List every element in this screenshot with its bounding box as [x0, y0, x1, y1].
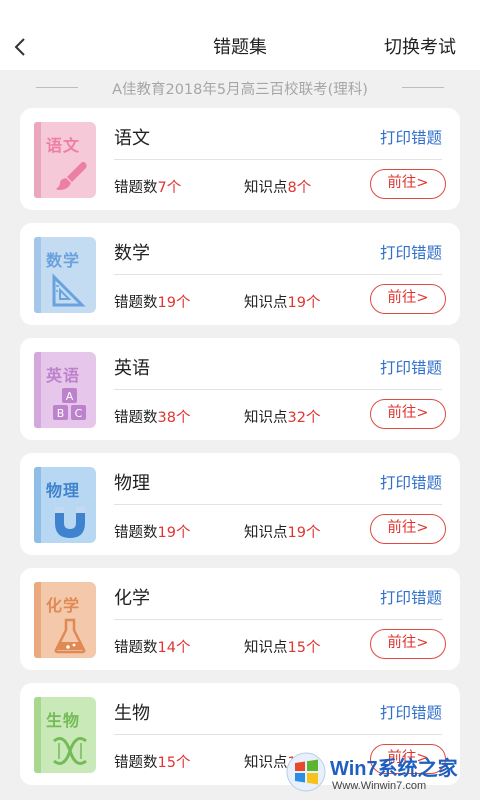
card-divider — [114, 389, 442, 390]
error-count: 错题数38个 — [114, 406, 190, 427]
error-count-label: 错题数 — [114, 525, 158, 541]
watermark-url: Www.Winwin7.com — [332, 780, 427, 792]
error-count: 错题数14个 — [114, 636, 190, 657]
cover-title: 英语 — [46, 366, 81, 385]
subject-card: 数学 数学 打印错题 错题数19个 知识点19个 前往> — [20, 223, 460, 325]
print-errors-button[interactable]: 打印错题 — [380, 126, 442, 148]
windows-logo-icon — [286, 752, 326, 792]
knowledge-point-value: 19个 — [287, 295, 321, 311]
subject-cover: 生物 — [34, 697, 96, 773]
subject-name: 生物 — [114, 703, 150, 724]
knowledge-point-label: 知识点 — [244, 180, 288, 196]
knowledge-point-count: 知识点19个 — [244, 521, 320, 542]
error-count-value: 19个 — [157, 295, 191, 311]
print-errors-button[interactable]: 打印错题 — [380, 241, 442, 263]
knowledge-point-count: 知识点8个 — [244, 176, 311, 197]
switch-exam-button[interactable]: 切换考试 — [384, 33, 456, 59]
knowledge-point-count: 知识点32个 — [244, 406, 320, 427]
subject-name: 物理 — [114, 473, 150, 494]
knowledge-point-value: 15个 — [287, 640, 321, 656]
knowledge-point-label: 知识点 — [244, 525, 288, 541]
error-count: 错题数19个 — [114, 521, 190, 542]
knowledge-point-value: 32个 — [287, 410, 321, 426]
error-count-value: 19个 — [157, 525, 191, 541]
divider-line — [402, 87, 444, 88]
card-divider — [114, 734, 442, 735]
cover-title: 化学 — [46, 596, 81, 615]
error-count: 错题数7个 — [114, 176, 181, 197]
error-count-value: 38个 — [157, 410, 191, 426]
cover-title: 数学 — [46, 251, 81, 270]
site-watermark: Win7系统之家 Www.Winwin7.com — [282, 750, 478, 798]
card-divider — [114, 159, 442, 160]
subject-cover: 英语 ABC — [34, 352, 96, 428]
go-button[interactable]: 前往> — [370, 284, 446, 314]
print-errors-button[interactable]: 打印错题 — [380, 586, 442, 608]
error-count: 错题数15个 — [114, 751, 190, 772]
svg-text:B: B — [57, 407, 65, 420]
error-count-label: 错题数 — [114, 295, 158, 311]
card-divider — [114, 504, 442, 505]
knowledge-point-count: 知识点19个 — [244, 291, 320, 312]
subject-card: 语文 语文 打印错题 错题数7个 知识点8个 前往> — [20, 108, 460, 210]
subject-name: 英语 — [114, 358, 150, 379]
exam-name: A佳教育2018年5月高三百校联考(理科) — [112, 82, 368, 98]
knowledge-point-value: 19个 — [287, 525, 321, 541]
top-navigation-bar: 错题集 切换考试 — [0, 0, 480, 70]
error-count-value: 7个 — [157, 180, 182, 196]
error-count-label: 错题数 — [114, 640, 158, 656]
knowledge-point-label: 知识点 — [244, 410, 288, 426]
error-count-value: 15个 — [157, 755, 191, 771]
error-count-label: 错题数 — [114, 755, 158, 771]
error-count-label: 错题数 — [114, 180, 158, 196]
error-count: 错题数19个 — [114, 291, 190, 312]
cover-title: 物理 — [46, 481, 81, 500]
subject-cover: 语文 — [34, 122, 96, 198]
go-button[interactable]: 前往> — [370, 169, 446, 199]
knowledge-point-value: 8个 — [287, 180, 312, 196]
exam-name-row: A佳教育2018年5月高三百校联考(理科) — [0, 72, 480, 102]
error-count-value: 14个 — [157, 640, 191, 656]
subject-name: 数学 — [114, 243, 150, 264]
knowledge-point-label: 知识点 — [244, 295, 288, 311]
svg-text:A: A — [66, 390, 74, 403]
subject-card: 物理 物理 打印错题 错题数19个 知识点19个 前往> — [20, 453, 460, 555]
card-divider — [114, 274, 442, 275]
watermark-brand: Win7系统之家 — [330, 758, 458, 780]
error-count-label: 错题数 — [114, 410, 158, 426]
subject-cover: 化学 — [34, 582, 96, 658]
print-errors-button[interactable]: 打印错题 — [380, 701, 442, 723]
subject-cover: 物理 — [34, 467, 96, 543]
chevron-left-icon[interactable] — [8, 30, 34, 64]
print-errors-button[interactable]: 打印错题 — [380, 356, 442, 378]
svg-text:C: C — [75, 407, 83, 420]
print-errors-button[interactable]: 打印错题 — [380, 471, 442, 493]
knowledge-point-label: 知识点 — [244, 755, 288, 771]
subject-card: 化学 化学 打印错题 错题数14个 知识点15个 前往> — [20, 568, 460, 670]
subject-cover: 数学 — [34, 237, 96, 313]
subject-card: 英语 ABC 英语 打印错题 错题数38个 知识点32个 前往> — [20, 338, 460, 440]
subject-name: 化学 — [114, 588, 150, 609]
go-button[interactable]: 前往> — [370, 514, 446, 544]
cover-title: 生物 — [46, 711, 81, 730]
knowledge-point-count: 知识点15个 — [244, 636, 320, 657]
card-divider — [114, 619, 442, 620]
knowledge-point-label: 知识点 — [244, 640, 288, 656]
go-button[interactable]: 前往> — [370, 629, 446, 659]
back-button[interactable] — [8, 30, 34, 64]
subject-name: 语文 — [114, 128, 150, 149]
go-button[interactable]: 前往> — [370, 399, 446, 429]
cover-title: 语文 — [46, 136, 81, 155]
